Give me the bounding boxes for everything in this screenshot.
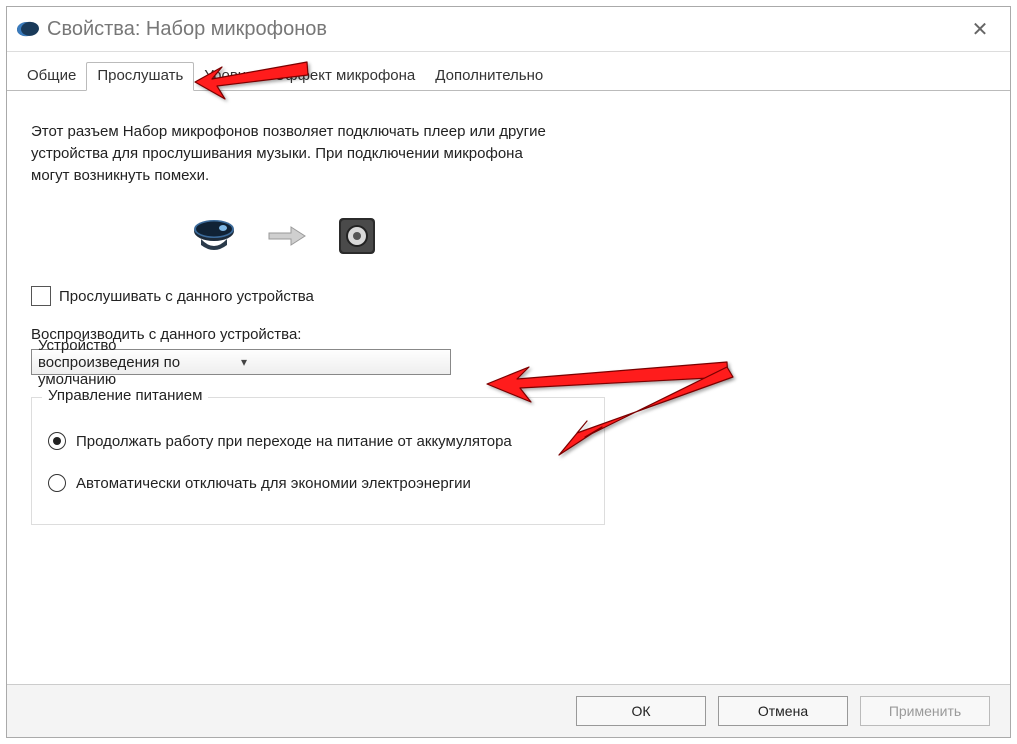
- app-icon: [16, 21, 39, 37]
- description-text: Этот разъем Набор микрофонов позволяет п…: [31, 121, 551, 186]
- radio-continue-row[interactable]: Продолжать работу при переходе на питани…: [48, 432, 588, 450]
- tab-levels[interactable]: Уровни: [194, 63, 264, 90]
- source-device-icon: [191, 219, 237, 253]
- apply-button[interactable]: Применить: [860, 696, 990, 726]
- window-title: Свойства: Набор микрофонов: [47, 18, 960, 41]
- tab-advanced[interactable]: Дополнительно: [425, 63, 553, 90]
- tab-general[interactable]: Общие: [17, 63, 86, 90]
- titlebar: Свойства: Набор микрофонов ✕: [7, 7, 1010, 52]
- checkbox-icon[interactable]: [31, 286, 51, 306]
- listen-checkbox-label: Прослушивать с данного устройства: [59, 288, 314, 305]
- radio-auto-off-row[interactable]: Автоматически отключать для экономии эле…: [48, 474, 588, 492]
- tab-content-listen: Этот разъем Набор микрофонов позволяет п…: [7, 91, 1010, 684]
- listen-checkbox-row[interactable]: Прослушивать с данного устройства: [31, 286, 986, 306]
- arrow-right-icon: [267, 225, 307, 247]
- tabs-row: Общие Прослушать Уровни Эффект микрофона…: [7, 52, 1010, 91]
- dialog-button-bar: ОК Отмена Применить: [7, 684, 1010, 737]
- radio-icon-selected[interactable]: [48, 432, 66, 450]
- power-management-legend: Управление питанием: [42, 387, 208, 404]
- device-illustration: [191, 216, 986, 256]
- target-speaker-icon: [337, 216, 377, 256]
- playback-device-value: Устройство воспроизведения по умолчанию: [38, 337, 241, 388]
- ok-button[interactable]: ОК: [576, 696, 706, 726]
- radio-auto-off-label: Автоматически отключать для экономии эле…: [76, 475, 471, 492]
- tab-listen[interactable]: Прослушать: [86, 62, 194, 91]
- properties-dialog: Свойства: Набор микрофонов ✕ Общие Просл…: [6, 6, 1011, 738]
- power-management-group: Управление питанием Продолжать работу пр…: [31, 397, 605, 525]
- cancel-button[interactable]: Отмена: [718, 696, 848, 726]
- playback-device-combobox[interactable]: Устройство воспроизведения по умолчанию …: [31, 349, 451, 375]
- close-icon[interactable]: ✕: [960, 17, 1000, 42]
- chevron-down-icon: ▾: [241, 355, 444, 369]
- radio-icon-unselected[interactable]: [48, 474, 66, 492]
- tab-mic-effect[interactable]: Эффект микрофона: [264, 63, 425, 90]
- radio-continue-label: Продолжать работу при переходе на питани…: [76, 433, 512, 450]
